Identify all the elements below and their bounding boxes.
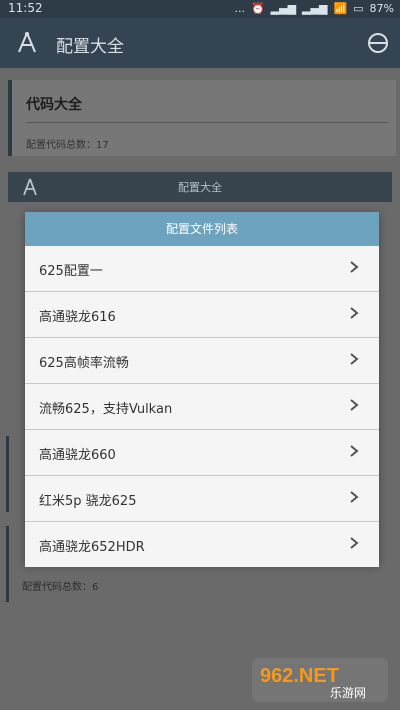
watermark-logo: 962.NET 乐游网 — [252, 658, 388, 702]
list-item-label: 高通骁龙660 — [39, 448, 116, 463]
list-item-label: 高通骁龙616 — [39, 310, 116, 325]
card-edge — [6, 526, 9, 602]
list-item-label: 625高帧率流畅 — [39, 356, 129, 371]
dialog-title: 配置文件列表 — [25, 212, 379, 246]
code-card[interactable]: 代码大全 配置代码总数：17 — [8, 80, 396, 156]
app-title: 配置大全 — [56, 37, 124, 57]
chevron-right-icon — [350, 353, 359, 365]
list-item[interactable]: 高通骁龙616 — [25, 292, 379, 338]
watermark-text: 962.NET — [260, 665, 339, 687]
signal-icon: ▂▄▆ — [270, 2, 297, 15]
card-count-2: 配置代码总数：6 — [22, 582, 99, 593]
list-item[interactable]: 625高帧率流畅 — [25, 338, 379, 384]
list-item-label: 流畅625，支持Vulkan — [39, 402, 173, 417]
card-edge — [6, 436, 9, 512]
compass-logo-icon[interactable] — [14, 30, 40, 56]
section-bar: 配置大全 — [8, 172, 392, 202]
list-item[interactable]: 625配置一 — [25, 246, 379, 292]
card-divider — [26, 122, 388, 123]
status-icons: ... ⏰ ▂▄▆ ▂▄▆ 📶 ▭ 87% — [234, 1, 394, 17]
chevron-right-icon — [350, 399, 359, 411]
chevron-right-icon — [350, 307, 359, 319]
chevron-right-icon — [350, 537, 359, 549]
signal-2-icon: ▂▄▆ — [302, 2, 328, 15]
status-bar: 11:52 ... ⏰ ▂▄▆ ▂▄▆ 📶 ▭ 87% — [0, 0, 400, 18]
status-time: 11:52 — [8, 1, 43, 15]
battery-percent: 87% — [369, 2, 394, 15]
battery-icon: ▭ — [353, 2, 364, 15]
chevron-right-icon — [350, 491, 359, 503]
browser-icon[interactable] — [366, 31, 390, 55]
list-item-label: 625配置一 — [39, 264, 103, 279]
list-item-label: 红米5p 骁龙625 — [39, 494, 137, 509]
list-item[interactable]: 流畅625，支持Vulkan — [25, 384, 379, 430]
list-item-label: 高通骁龙652HDR — [39, 540, 145, 555]
list-item[interactable]: 高通骁龙660 — [25, 430, 379, 476]
chevron-right-icon — [350, 261, 359, 273]
watermark-subtext: 乐游网 — [330, 686, 366, 700]
alarm-icon: ⏰ — [250, 2, 265, 15]
list-item[interactable]: 高通骁龙652HDR — [25, 522, 379, 567]
config-list-dialog: 配置文件列表 625配置一 高通骁龙616 625高帧率流畅 流畅625，支持V… — [25, 212, 379, 567]
wifi-icon: 📶 — [333, 2, 348, 15]
section-label: 配置大全 — [178, 181, 222, 194]
app-bar: 配置大全 — [0, 18, 400, 68]
more-dots-icon: ... — [234, 2, 245, 15]
card-title: 代码大全 — [26, 97, 82, 113]
card-count: 配置代码总数：17 — [26, 140, 109, 151]
list-item[interactable]: 红米5p 骁龙625 — [25, 476, 379, 522]
chevron-right-icon — [350, 445, 359, 457]
